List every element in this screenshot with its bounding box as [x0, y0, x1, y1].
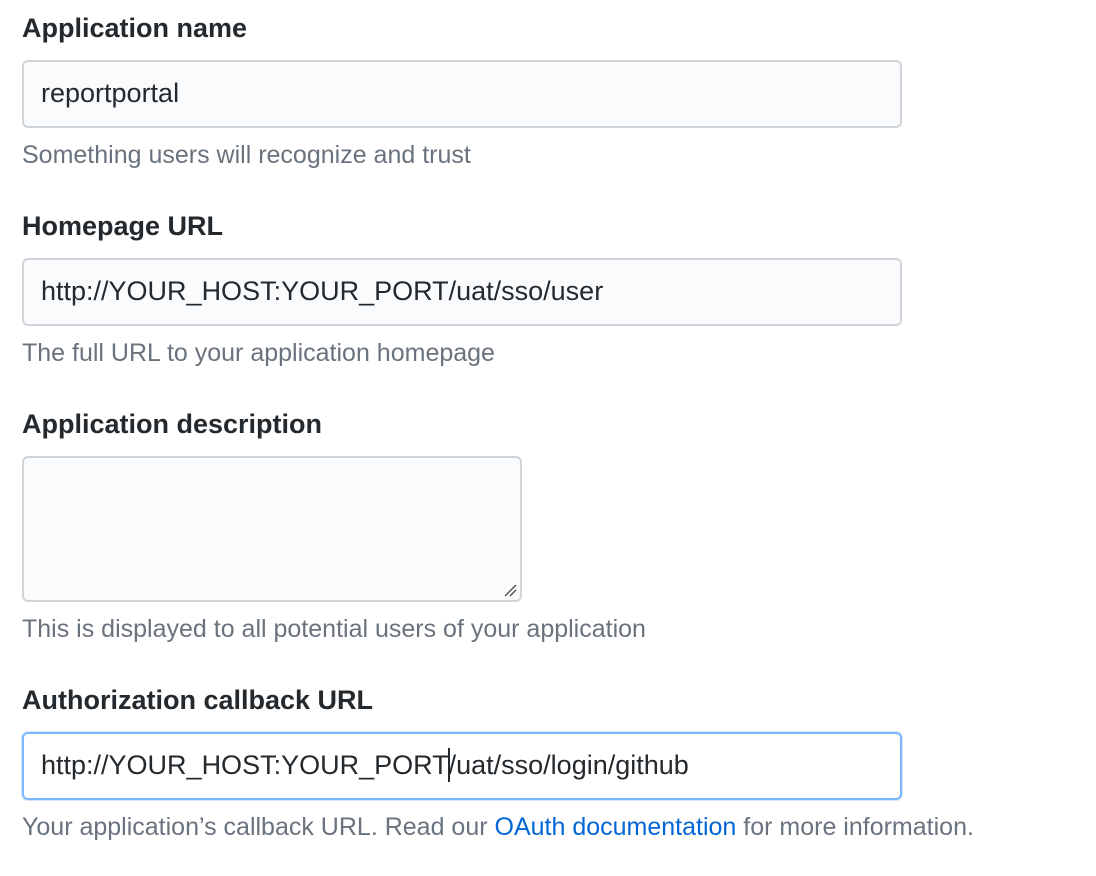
app-name-note: Something users will recognize and trust	[22, 141, 471, 169]
resize-grip-icon[interactable]	[503, 583, 517, 597]
homepage-url-note: The full URL to your application homepag…	[22, 339, 495, 367]
app-name-input[interactable]: reportportal	[22, 60, 902, 128]
callback-url-value-end: /uat/sso/login/github	[448, 750, 689, 780]
callback-url-input[interactable]: http://YOUR_HOST:YOUR_PORT/uat/sso/login…	[22, 732, 902, 800]
app-name-value: reportportal	[41, 78, 180, 108]
description-label: Application description	[22, 409, 323, 439]
description-textarea[interactable]	[22, 456, 522, 602]
callback-url-value-start: http://YOUR_HOST:YOUR_PORT	[41, 750, 449, 780]
text-caret	[447, 747, 450, 782]
callback-url-label: Authorization callback URL	[22, 685, 374, 715]
callback-url-note: Your application’s callback URL. Read ou…	[22, 809, 974, 845]
homepage-url-label: Homepage URL	[22, 211, 224, 241]
callback-note-prefix: Your application’s callback URL. Read ou…	[22, 813, 495, 841]
callback-note-suffix: for more information.	[736, 813, 974, 841]
description-note: This is displayed to all potential users…	[22, 615, 646, 643]
oauth-documentation-link[interactable]: OAuth documentation	[495, 813, 737, 841]
app-name-label: Application name	[22, 13, 248, 43]
homepage-url-input[interactable]: http://YOUR_HOST:YOUR_PORT/uat/sso/user	[22, 258, 902, 326]
homepage-url-value: http://YOUR_HOST:YOUR_PORT/uat/sso/user	[41, 276, 604, 306]
